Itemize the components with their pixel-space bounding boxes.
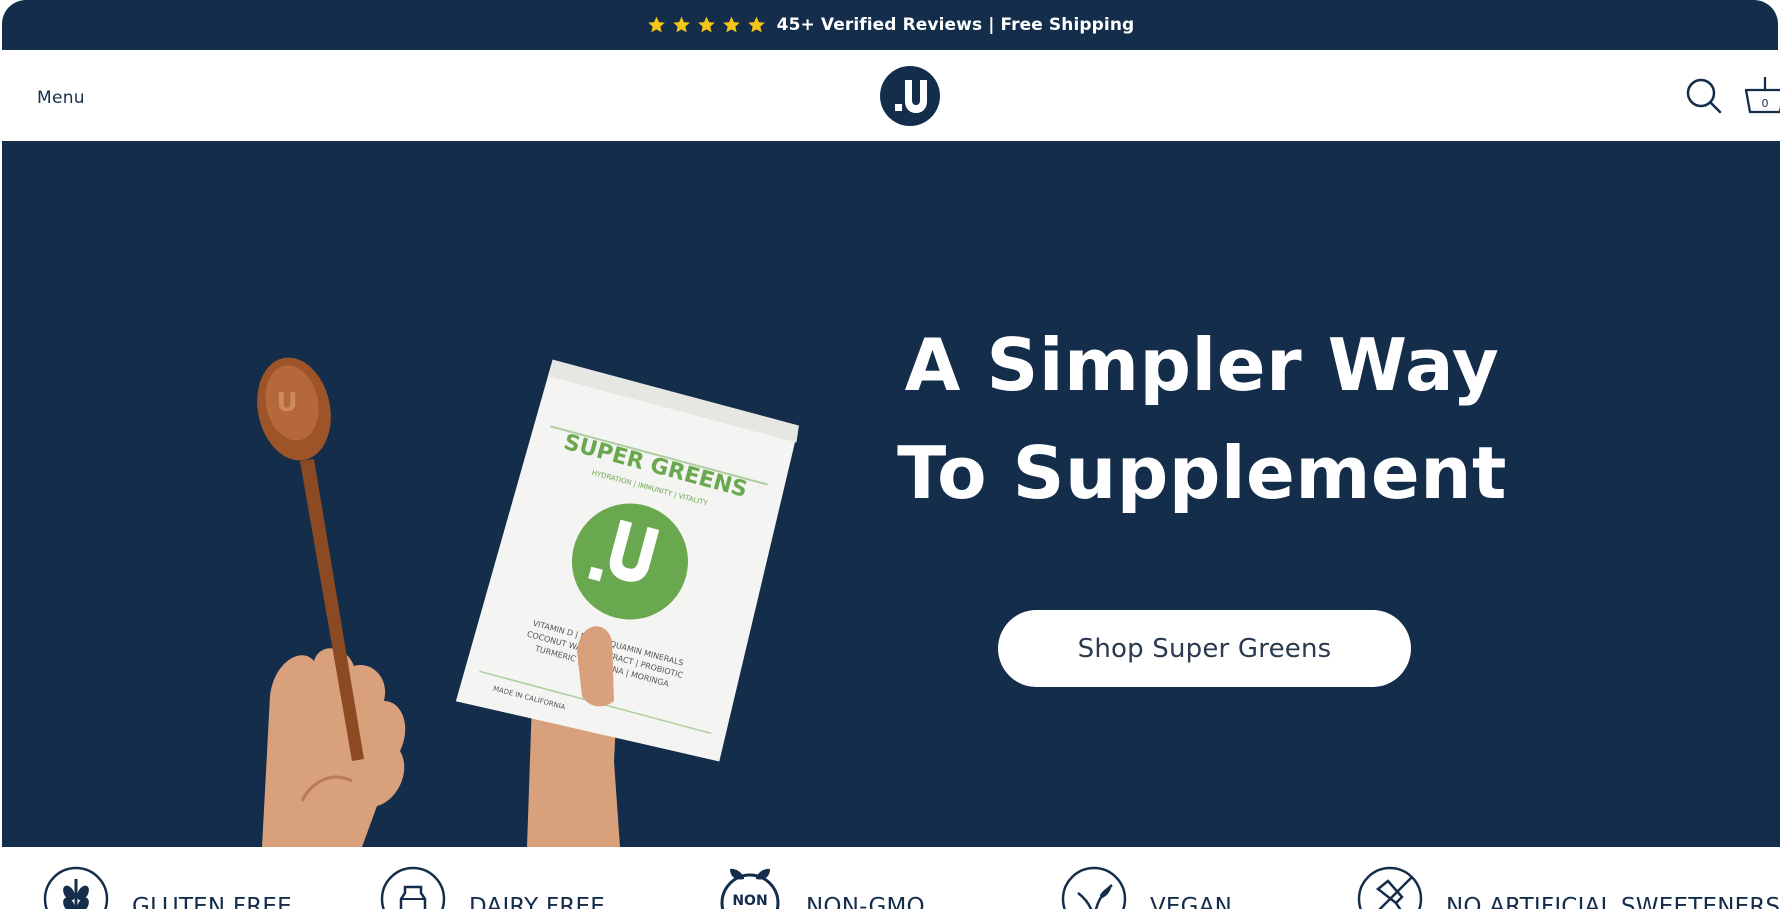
- announcement-text[interactable]: 45+ Verified Reviews | Free Shipping: [777, 15, 1135, 35]
- brand-logo-icon[interactable]: [880, 66, 940, 126]
- hero-section: U SUPER GREENS HYDRATION | IMMUNITY | VI…: [2, 141, 1780, 847]
- svg-text:U: U: [276, 388, 297, 418]
- hero-title-line1: A Simpler Way: [904, 323, 1500, 407]
- features-strip: GLUTEN FREE DAIRY FREE NON NON-GMO VEGAN…: [0, 847, 1780, 909]
- star-icon: [747, 16, 765, 33]
- feature-label: VEGAN: [1150, 894, 1233, 909]
- milk-carton-icon: [380, 866, 446, 909]
- hero-product-image: U SUPER GREENS HYDRATION | IMMUNITY | VI…: [257, 357, 799, 847]
- product-bag: SUPER GREENS HYDRATION | IMMUNITY | VITA…: [455, 359, 799, 762]
- hero-title: A Simpler Way To Supplement: [802, 311, 1602, 527]
- feature-no-artificial-sweeteners: NO ARTIFICIAL SWEETENERS: [1356, 865, 1780, 909]
- non-gmo-icon: NON: [720, 868, 780, 909]
- search-icon[interactable]: [1685, 77, 1723, 115]
- star-icon: [672, 16, 690, 33]
- cart-count: 0: [1762, 97, 1769, 110]
- feature-dairy-free: DAIRY FREE: [379, 865, 605, 909]
- cart-icon[interactable]: 0: [1743, 74, 1780, 118]
- feature-label: GLUTEN FREE: [132, 894, 292, 909]
- feature-label: NO ARTIFICIAL SWEETENERS: [1446, 894, 1780, 909]
- feature-non-gmo: NON NON-GMO: [716, 865, 925, 909]
- star-icon: [697, 16, 715, 33]
- hero-title-line2: To Supplement: [897, 431, 1507, 515]
- spoon-hand: [262, 648, 406, 847]
- star-icon: [647, 16, 665, 33]
- star-icon: [722, 16, 740, 33]
- feature-gluten-free: GLUTEN FREE: [42, 865, 292, 909]
- feature-vegan: VEGAN: [1060, 865, 1232, 909]
- feature-label: DAIRY FREE: [469, 894, 605, 909]
- wheat-icon: [43, 866, 109, 909]
- feature-label: NON-GMO: [806, 894, 925, 909]
- site-header: Menu 0: [2, 50, 1780, 141]
- shop-super-greens-button[interactable]: Shop Super Greens: [998, 610, 1411, 687]
- menu-button[interactable]: Menu: [37, 88, 85, 108]
- announcement-bar: 45+ Verified Reviews | Free Shipping: [2, 0, 1778, 50]
- non-gmo-badge-text: NON: [732, 893, 767, 909]
- page: 45+ Verified Reviews | Free Shipping Men…: [0, 0, 1780, 909]
- rating-stars: [646, 15, 767, 35]
- leaf-icon: [1061, 866, 1127, 909]
- no-dropper-icon: [1357, 866, 1423, 909]
- thumb: [577, 626, 614, 707]
